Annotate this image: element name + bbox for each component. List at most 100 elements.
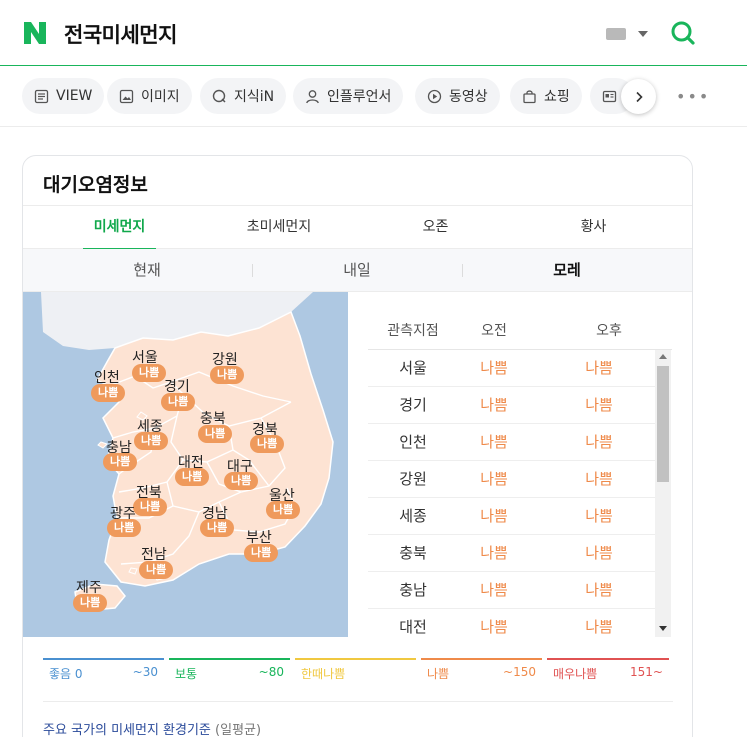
- row-am-status: 나쁨: [480, 581, 508, 599]
- row-region: 충남: [399, 581, 427, 599]
- legend-range: 151~: [630, 665, 663, 679]
- tab-image[interactable]: 이미지: [107, 78, 192, 114]
- tab-pm10[interactable]: 미세먼지: [83, 206, 156, 250]
- region-badge-gangwon[interactable]: 나쁨: [210, 366, 245, 384]
- tab-influencer[interactable]: 인플루언서: [293, 78, 404, 114]
- naver-logo-icon[interactable]: [22, 20, 48, 46]
- row-region: 경기: [399, 396, 427, 414]
- table-row: 충북 나쁨 나쁨: [368, 535, 655, 572]
- korea-map: 서울 나쁨 강원 나쁨 인천 나쁨 경기 나쁨 세종 나쁨 충북 나쁨 경북 나…: [23, 292, 348, 637]
- region-badge-gyeongbuk[interactable]: 나쁨: [250, 435, 285, 453]
- tab-day-after-tomorrow[interactable]: 모레: [457, 249, 677, 292]
- tab-shopping[interactable]: 쇼핑: [510, 78, 582, 114]
- row-region: 서울: [399, 359, 427, 377]
- chevron-down-icon[interactable]: [638, 31, 648, 37]
- legend-very-bad: 매우나쁨 151~: [547, 658, 669, 684]
- divider: [43, 701, 673, 702]
- tab-view[interactable]: VIEW: [22, 78, 105, 114]
- tab-kin[interactable]: 지식iN: [200, 78, 287, 114]
- row-pm-status: 나쁨: [585, 618, 613, 636]
- card-title: 대기오염정보: [43, 174, 148, 196]
- table-row: 강원 나쁨 나쁨: [368, 461, 655, 498]
- row-pm-status: 나쁨: [585, 396, 613, 414]
- standard-note: (일평균): [215, 723, 262, 737]
- search-header: 전국미세먼지: [0, 0, 747, 66]
- chevron-right-icon: [635, 91, 643, 102]
- column-header-am: 오전: [481, 323, 507, 339]
- tab-label: 쇼핑: [544, 89, 570, 105]
- standard-link-text: 주요 국가의 미세먼지 환경기준: [43, 723, 211, 737]
- legend-normal: 보통 ~80: [169, 658, 290, 684]
- news-icon: [602, 90, 617, 102]
- region-badge-chungbuk[interactable]: 나쁨: [198, 425, 233, 443]
- tab-yellow-dust[interactable]: 황사: [556, 206, 631, 249]
- region-badge-gyeongnam[interactable]: 나쁨: [200, 519, 235, 537]
- region-badge-jeonbuk[interactable]: 나쁨: [133, 498, 168, 516]
- search-query[interactable]: 전국미세먼지: [64, 19, 177, 49]
- region-badge-gyeonggi[interactable]: 나쁨: [161, 393, 196, 411]
- region-badge-ulsan[interactable]: 나쁨: [266, 501, 301, 519]
- row-pm-status: 나쁨: [585, 359, 613, 377]
- keyboard-icon[interactable]: [606, 28, 626, 40]
- tab-tomorrow[interactable]: 내일: [247, 249, 467, 292]
- tabs-next-button[interactable]: [621, 79, 656, 114]
- table-scrollbar[interactable]: [655, 350, 671, 637]
- person-icon: [306, 89, 319, 103]
- table-body: 서울 나쁨 나쁨 경기 나쁨 나쁨 인천 나쁨 나쁨 강원 나쁨 나쁨 세종 나: [368, 350, 655, 637]
- pollution-legend: 좋음 0 ~30 보통 ~80 한때나쁨 나쁨 ~150 매우나쁨 151~: [43, 658, 671, 684]
- region-badge-daejeon[interactable]: 나쁨: [175, 468, 210, 486]
- legend-label: 좋음 0: [49, 667, 83, 681]
- legend-label: 나쁨: [427, 667, 450, 681]
- column-header-pm: 오후: [596, 323, 622, 339]
- more-options-icon[interactable]: •••: [676, 89, 710, 105]
- legend-range: ~30: [132, 665, 158, 679]
- row-pm-status: 나쁨: [585, 581, 613, 599]
- row-pm-status: 나쁨: [585, 470, 613, 488]
- region-badge-gwangju[interactable]: 나쁨: [107, 519, 142, 537]
- row-am-status: 나쁨: [480, 396, 508, 414]
- region-badge-incheon[interactable]: 나쁨: [91, 384, 126, 402]
- kin-icon: [212, 89, 226, 103]
- view-icon: [34, 89, 49, 103]
- row-pm-status: 나쁨: [585, 544, 613, 562]
- tab-today[interactable]: 현재: [37, 249, 257, 292]
- table-row: 서울 나쁨 나쁨: [368, 350, 655, 387]
- tab-label: 인플루언서: [327, 89, 392, 105]
- tab-pm25[interactable]: 초미세먼지: [229, 206, 329, 249]
- row-am-status: 나쁨: [480, 618, 508, 636]
- row-am-status: 나쁨: [480, 470, 508, 488]
- search-icon[interactable]: [669, 19, 697, 47]
- bag-icon: [523, 89, 536, 103]
- row-region: 대전: [399, 618, 427, 636]
- environmental-standard-link[interactable]: 주요 국가의 미세먼지 환경기준 (일평균): [43, 719, 261, 737]
- day-tabs: 현재 내일 모레: [23, 249, 692, 292]
- pollutant-tabs: 미세먼지 초미세먼지 오존 황사: [23, 205, 692, 250]
- tab-ozone[interactable]: 오존: [398, 206, 473, 249]
- image-icon: [119, 89, 134, 103]
- region-badge-jeonnam[interactable]: 나쁨: [139, 561, 174, 579]
- search-tabs: VIEW 이미지 지식iN 인플루언서 동영상 쇼핑 •••: [0, 66, 747, 127]
- table-row: 인천 나쁨 나쁨: [368, 424, 655, 461]
- tab-label: 이미지: [141, 89, 180, 105]
- scroll-down-arrow-icon[interactable]: [659, 626, 667, 631]
- region-badge-chungnam[interactable]: 나쁨: [103, 453, 138, 471]
- tab-video[interactable]: 동영상: [415, 78, 500, 114]
- air-quality-card: 대기오염정보 미세먼지 초미세먼지 오존 황사 현재 내일 모레 서울 나쁨 강…: [22, 155, 693, 737]
- region-badge-seoul[interactable]: 나쁨: [132, 364, 167, 382]
- scrollbar-thumb[interactable]: [657, 366, 669, 482]
- legend-good: 좋음 0 ~30: [43, 658, 164, 684]
- table-header: 관측지점 오전 오후: [368, 312, 672, 350]
- tab-label: 지식iN: [234, 89, 275, 105]
- tab-label: VIEW: [56, 88, 93, 104]
- legend-bad: 나쁨 ~150: [421, 658, 542, 684]
- legend-label: 보통: [175, 667, 198, 681]
- region-badge-daegu[interactable]: 나쁨: [224, 472, 259, 490]
- region-badge-sejong[interactable]: 나쁨: [134, 432, 169, 450]
- row-region: 인천: [399, 433, 427, 451]
- region-badge-busan[interactable]: 나쁨: [244, 544, 279, 562]
- region-badge-jeju[interactable]: 나쁨: [73, 594, 108, 612]
- scroll-up-arrow-icon[interactable]: [659, 354, 667, 359]
- legend-label: 매우나쁨: [553, 667, 598, 681]
- table-row: 경기 나쁨 나쁨: [368, 387, 655, 424]
- forecast-table: 관측지점 오전 오후 서울 나쁨 나쁨 경기 나쁨 나쁨 인천 나쁨 나쁨 강원: [368, 312, 672, 637]
